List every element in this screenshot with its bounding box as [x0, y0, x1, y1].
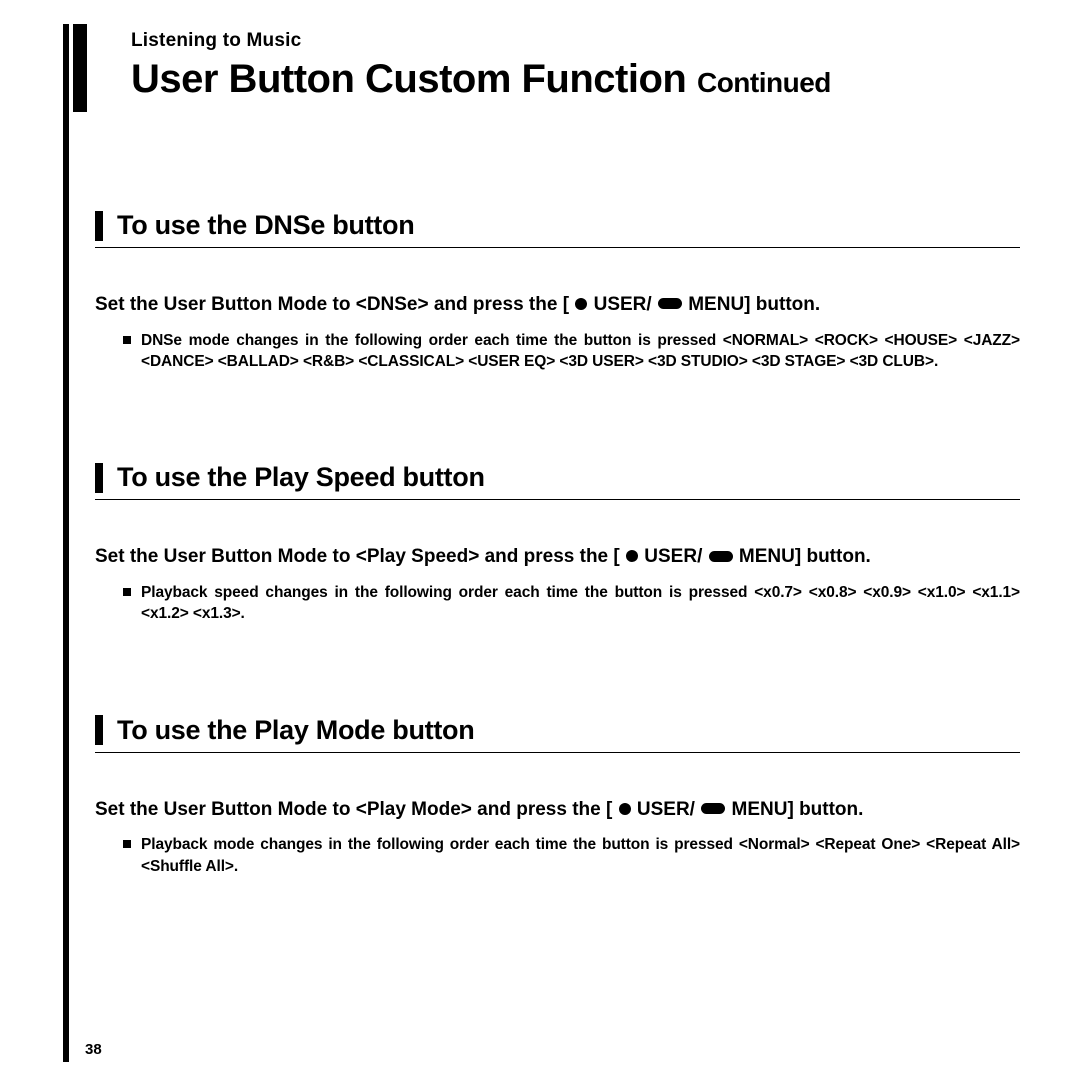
menu-bar-icon: [701, 803, 725, 814]
list-item: Playback mode changes in the following o…: [123, 834, 1020, 877]
instruction-text: MENU] button.: [732, 799, 864, 820]
list-item: Playback speed changes in the following …: [123, 582, 1020, 625]
bullet-list: Playback speed changes in the following …: [95, 582, 1020, 625]
user-dot-icon: [575, 298, 587, 310]
section-heading: To use the DNSe button: [95, 210, 1020, 248]
section-accent-bar: [95, 715, 103, 745]
header-accent-bar: [73, 24, 87, 112]
section-heading: To use the Play Speed button: [95, 462, 1020, 500]
page-title-main: User Button Custom Function: [131, 57, 686, 101]
list-item: DNSe mode changes in the following order…: [123, 330, 1020, 373]
chapter-label: Listening to Music: [131, 30, 1020, 52]
page-header: Listening to Music User Button Custom Fu…: [85, 24, 1020, 100]
section-dnse: To use the DNSe button Set the User Butt…: [85, 210, 1020, 372]
page-title-sub: Continued: [697, 67, 831, 98]
left-margin-rule: [63, 24, 69, 1062]
instruction-text: Set the User Button Mode to <Play Speed>…: [95, 546, 620, 567]
bullet-list: DNSe mode changes in the following order…: [95, 330, 1020, 373]
section-instruction: Set the User Button Mode to <DNSe> and p…: [95, 292, 1020, 318]
user-dot-icon: [626, 550, 638, 562]
user-dot-icon: [619, 803, 631, 815]
instruction-text: Set the User Button Mode to <DNSe> and p…: [95, 294, 569, 315]
section-title: To use the Play Speed button: [117, 462, 485, 493]
instruction-text: MENU] button.: [739, 546, 871, 567]
instruction-text: USER/: [637, 799, 695, 820]
section-accent-bar: [95, 211, 103, 241]
section-instruction: Set the User Button Mode to <Play Speed>…: [95, 544, 1020, 570]
instruction-text: USER/: [594, 294, 652, 315]
menu-bar-icon: [658, 298, 682, 309]
instruction-text: MENU] button.: [688, 294, 820, 315]
instruction-text: USER/: [644, 546, 702, 567]
page-number: 38: [85, 1041, 102, 1058]
section-accent-bar: [95, 463, 103, 493]
instruction-text: Set the User Button Mode to <Play Mode> …: [95, 799, 612, 820]
section-title: To use the Play Mode button: [117, 715, 474, 746]
section-play-mode: To use the Play Mode button Set the User…: [85, 715, 1020, 877]
section-play-speed: To use the Play Speed button Set the Use…: [85, 462, 1020, 624]
page-title: User Button Custom Function Continued: [131, 58, 1020, 100]
menu-bar-icon: [709, 551, 733, 562]
section-title: To use the DNSe button: [117, 210, 414, 241]
section-heading: To use the Play Mode button: [95, 715, 1020, 753]
section-instruction: Set the User Button Mode to <Play Mode> …: [95, 797, 1020, 823]
bullet-list: Playback mode changes in the following o…: [95, 834, 1020, 877]
